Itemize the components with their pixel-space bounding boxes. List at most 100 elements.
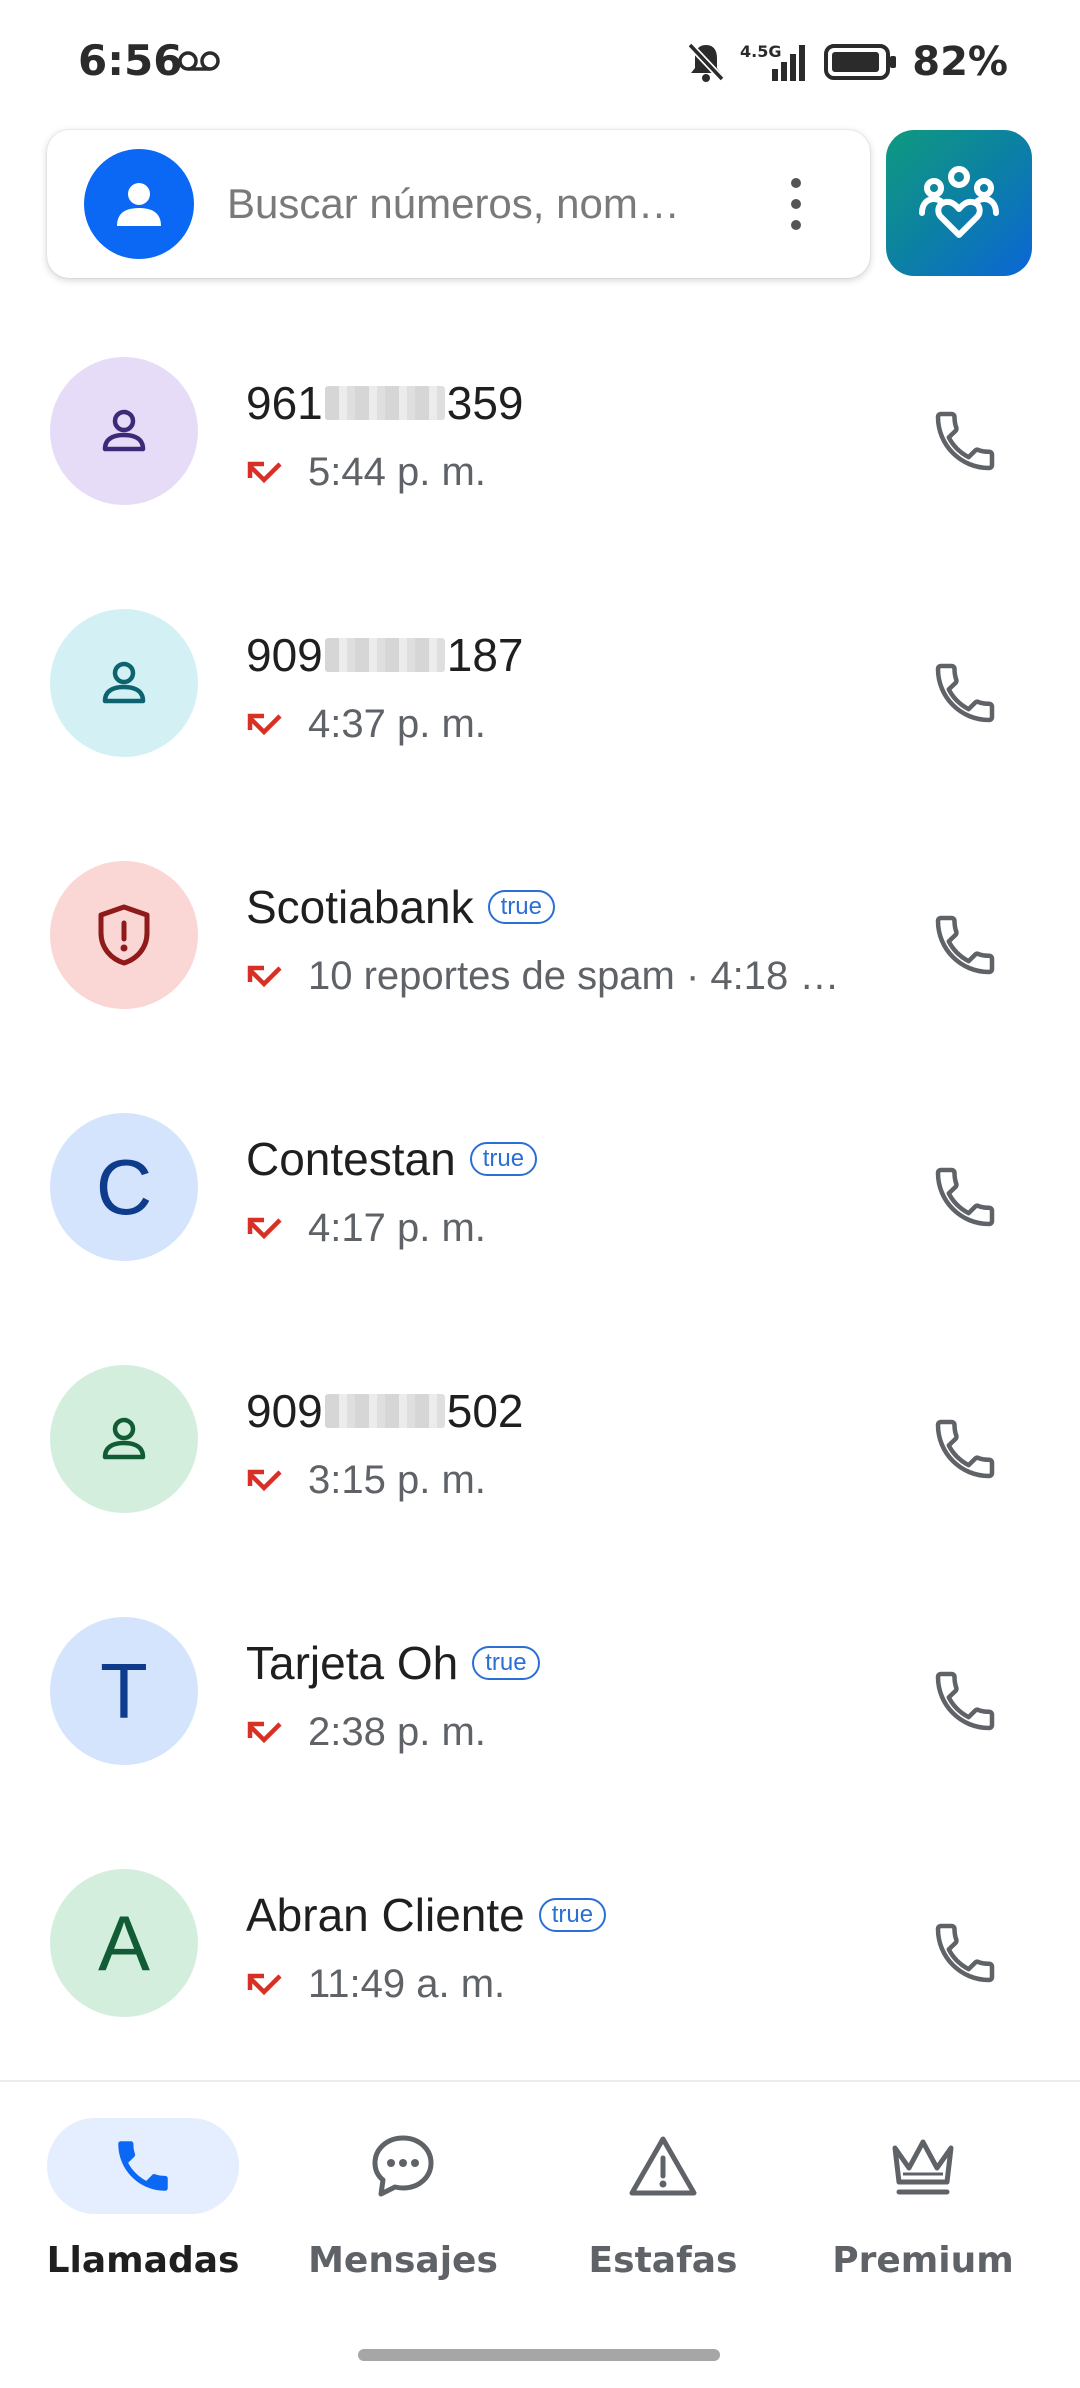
caller-number-suffix: 187: [446, 629, 524, 681]
caller-name-text: Contestan: [246, 1133, 456, 1185]
voicemail-icon: [178, 51, 220, 71]
status-bar: 6:56 4.5G 82%: [0, 0, 1080, 120]
more-options-icon[interactable]: [771, 174, 821, 234]
contact-avatar[interactable]: A: [50, 1869, 198, 2017]
crown-icon: [892, 2139, 954, 2195]
warning-icon: [629, 2136, 697, 2196]
caller-name: 961 359: [246, 376, 524, 430]
search-bar[interactable]: Buscar números, nom…: [47, 130, 870, 278]
missed-call-icon: [247, 713, 282, 735]
call-back-button[interactable]: [920, 1152, 1010, 1242]
call-list: 961 359 5:44 p. m. 909 187 4:37 p. m. Sc…: [0, 310, 1080, 2074]
call-row[interactable]: C Contestan true 4:17 p. m.: [0, 1066, 1080, 1318]
call-row[interactable]: 909 502 3:15 p. m.: [0, 1318, 1080, 1570]
call-row[interactable]: 961 359 5:44 p. m.: [0, 310, 1080, 562]
person-icon: [102, 409, 146, 452]
status-icons: 4.5G 82%: [686, 32, 1008, 92]
call-time: 5:44 p. m.: [308, 450, 486, 494]
missed-call-icon: [247, 1469, 282, 1491]
call-details: 4:37 p. m.: [246, 702, 876, 747]
nav-label: Premium: [832, 2240, 1014, 2281]
verified-badge: true: [469, 1142, 538, 1176]
nav-label: Llamadas: [46, 2240, 240, 2281]
caller-name: Tarjeta Oh true: [246, 1636, 540, 1690]
battery-icon: [824, 44, 897, 80]
person-icon: [117, 183, 161, 226]
verified-badge: true: [538, 1898, 607, 1932]
avatar-initial: T: [100, 1646, 148, 1735]
nav-item-premium[interactable]: Premium: [808, 2118, 1038, 2298]
redacted-digits: [324, 638, 445, 672]
caller-name: Scotiabank true: [246, 880, 555, 934]
caller-name: 909 502: [246, 1384, 524, 1438]
call-back-button[interactable]: [920, 1908, 1010, 1998]
call-row[interactable]: Scotiabank true 10 reportes de spam · 4:1…: [0, 814, 1080, 1066]
contact-avatar[interactable]: [50, 861, 198, 1009]
contact-avatar[interactable]: C: [50, 1113, 198, 1261]
caller-name-text: Abran Cliente: [246, 1889, 525, 1941]
call-back-button[interactable]: [920, 1404, 1010, 1494]
caller-name: Abran Cliente true: [246, 1888, 607, 1942]
missed-call-icon: [247, 965, 282, 987]
call-details: 2:38 p. m.: [246, 1710, 876, 1755]
caller-name-text: Tarjeta Oh: [246, 1637, 459, 1689]
avatar-initial: A: [97, 1898, 151, 1987]
call-back-button[interactable]: [920, 396, 1010, 486]
bell-off-icon: [687, 42, 725, 82]
call-details: 5:44 p. m.: [246, 450, 876, 495]
person-icon: [102, 661, 146, 704]
phone-icon: [118, 2141, 168, 2191]
redacted-digits: [324, 386, 445, 420]
profile-avatar[interactable]: [84, 149, 194, 259]
phone-icon: [935, 1167, 995, 1227]
redacted-digits: [324, 1394, 445, 1428]
phone-icon: [935, 1671, 995, 1731]
missed-call-icon: [247, 1973, 282, 1995]
contact-avatar[interactable]: [50, 1365, 198, 1513]
home-indicator[interactable]: [358, 2349, 720, 2361]
missed-call-icon: [247, 461, 282, 483]
chat-icon: [372, 2135, 434, 2197]
phone-icon: [935, 1923, 995, 1983]
contact-avatar[interactable]: T: [50, 1617, 198, 1765]
nav-label: Mensajes: [308, 2240, 498, 2281]
call-back-button[interactable]: [920, 1656, 1010, 1746]
phone-icon: [935, 1419, 995, 1479]
caller-name-text: 909: [246, 1385, 323, 1437]
nav-item-llamadas[interactable]: Llamadas: [28, 2118, 258, 2298]
family-protection-button[interactable]: [886, 130, 1032, 276]
call-time: 4:17 p. m.: [308, 1206, 486, 1250]
call-time: 2:38 p. m.: [308, 1710, 486, 1754]
call-time: 3:15 p. m.: [308, 1458, 486, 1502]
call-back-button[interactable]: [920, 900, 1010, 990]
nav-item-mensajes[interactable]: Mensajes: [288, 2118, 518, 2298]
person-icon: [102, 1417, 146, 1460]
call-row[interactable]: T Tarjeta Oh true 2:38 p. m.: [0, 1570, 1080, 1822]
caller-number-suffix: 502: [446, 1385, 524, 1437]
caller-name: 909 187: [246, 628, 524, 682]
call-time: 10 reportes de spam · 4:18 …: [308, 954, 840, 998]
call-row[interactable]: 909 187 4:37 p. m.: [0, 562, 1080, 814]
family-heart-icon: [919, 166, 999, 238]
nav-item-estafas[interactable]: Estafas: [548, 2118, 778, 2298]
missed-call-icon: [247, 1217, 282, 1239]
signal-icon: 4.5G: [740, 42, 806, 81]
shield-icon: [98, 904, 150, 966]
status-time: 6:56: [78, 36, 183, 85]
phone-icon: [935, 915, 995, 975]
call-back-button[interactable]: [920, 648, 1010, 738]
nav-label: Estafas: [588, 2240, 738, 2281]
contact-avatar[interactable]: [50, 609, 198, 757]
call-time: 4:37 p. m.: [308, 702, 486, 746]
caller-name-text: 961: [246, 377, 323, 429]
call-details: 11:49 a. m.: [246, 1962, 876, 2007]
call-row[interactable]: A Abran Cliente true 11:49 a. m.: [0, 1822, 1080, 2074]
call-time: 11:49 a. m.: [308, 1962, 506, 2006]
search-input[interactable]: Buscar números, nom…: [227, 180, 757, 228]
battery-percent: 82%: [912, 39, 1008, 85]
phone-icon: [935, 411, 995, 471]
verified-badge: true: [472, 1646, 540, 1680]
avatar-initial: C: [95, 1142, 153, 1231]
contact-avatar[interactable]: [50, 357, 198, 505]
caller-number-suffix: 359: [446, 377, 524, 429]
